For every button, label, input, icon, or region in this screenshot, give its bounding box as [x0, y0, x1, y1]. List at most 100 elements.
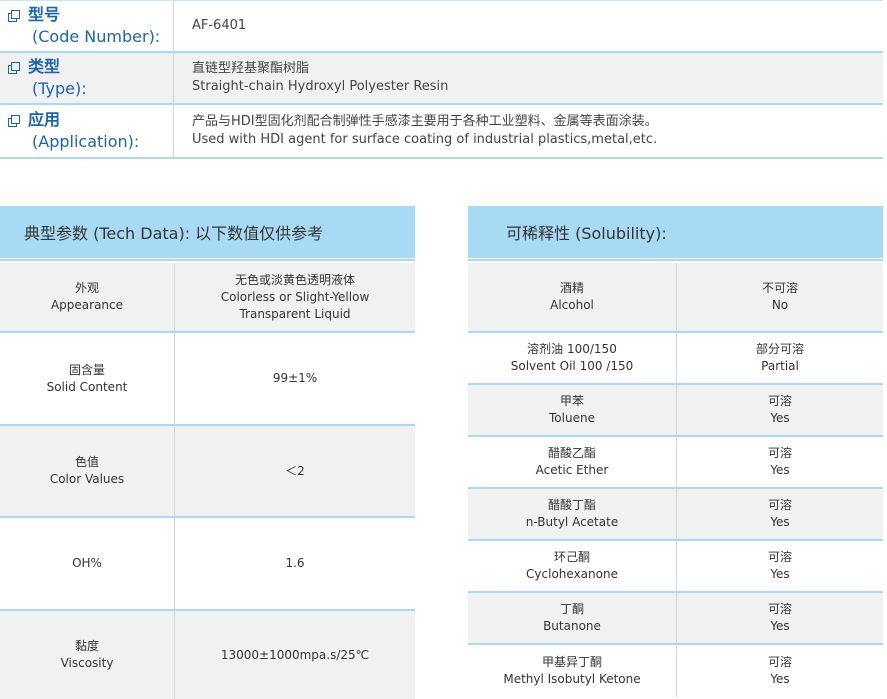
solvent-cell: 酒精 Alcohol: [468, 263, 677, 331]
solvent-name-cn: 溶剂油 100/150: [527, 342, 617, 356]
solubility-header: 可稀释性 (Solubility):: [468, 206, 883, 258]
param-name-cell: 黏度 Viscosity: [0, 611, 175, 699]
table-row: 甲基异丁酮 Methyl Isobutyl Ketone 可溶 Yes: [468, 645, 883, 697]
solubility-cn: 可溶: [767, 550, 792, 564]
solvent-name-en: Acetic Ether: [535, 463, 609, 477]
table-row: 溶剂油 100/150 Solvent Oil 100 /150 部分可溶 Pa…: [468, 333, 883, 385]
solubility-cn: 可溶: [767, 394, 792, 408]
solubility-cell: 可溶 Yes: [677, 489, 883, 539]
label-en: (Application):: [32, 132, 140, 151]
solubility-cn: 部分可溶: [755, 342, 804, 356]
solubility-en: Partial: [761, 359, 799, 373]
param-value: Transparent Liquid: [239, 306, 351, 321]
param-value: Colorless or Slight-Yellow: [220, 289, 370, 304]
param-name-cell: 外观 Appearance: [0, 263, 175, 331]
square-stack-icon: [8, 62, 20, 74]
square-stack-icon: [8, 115, 20, 127]
solvent-name-cn: 甲基异丁酮: [541, 655, 602, 669]
solubility-cell: 可溶 Yes: [677, 593, 883, 643]
solvent-cell: 丁酮 Butanone: [468, 593, 677, 643]
solvent-name-cn: 醋酸丁酯: [547, 498, 596, 512]
param-name-cell: OH%: [0, 518, 175, 609]
info-label-cell: 型号 (Code Number):: [0, 1, 174, 51]
info-value: 产品与HDI型固化剂配合制弹性手感漆主要用于各种工业塑料、金属等表面涂装。 Us…: [174, 105, 883, 157]
table-row: 环己酮 Cyclohexanone 可溶 Yes: [468, 541, 883, 593]
param-name-en: Viscosity: [60, 656, 114, 670]
param-value: 1.6: [285, 556, 305, 570]
solubility-title: 可稀释性 (Solubility):: [506, 224, 667, 243]
solubility-en: No: [771, 298, 789, 312]
solubility-cell: 部分可溶 Partial: [677, 333, 883, 383]
param-value: 99±1%: [272, 371, 318, 385]
info-value: AF-6401: [174, 1, 883, 51]
info-row-type: 类型 (Type): 直链型羟基聚酯树脂 Straight-chain Hydr…: [0, 53, 883, 105]
solvent-cell: 甲苯 Toluene: [468, 385, 677, 435]
product-info-block: 型号 (Code Number): AF-6401 类型 (Type): 直链型…: [0, 0, 883, 159]
param-name-en: Color Values: [49, 472, 125, 486]
tech-data-header: 典型参数 (Tech Data): 以下数值仅供参考: [0, 206, 415, 258]
param-value-cell: ＜2: [175, 426, 415, 516]
param-name-en: Appearance: [50, 298, 124, 312]
table-row: 固含量 Solid Content 99±1%: [0, 333, 415, 426]
solubility-cell: 可溶 Yes: [677, 437, 883, 487]
param-name-en: OH%: [72, 556, 102, 570]
value-line: AF-6401: [192, 18, 247, 33]
table-row: 醋酸丁酯 n-Butyl Acetate 可溶 Yes: [468, 489, 883, 541]
solvent-name-cn: 酒精: [559, 281, 584, 295]
solvent-name-en: Alcohol: [550, 298, 594, 312]
solvent-cell: 溶剂油 100/150 Solvent Oil 100 /150: [468, 333, 677, 383]
info-label: 型号 (Code Number):: [6, 4, 160, 48]
solvent-name-cn: 醋酸乙酯: [547, 446, 596, 460]
solvent-name-cn: 甲苯: [559, 394, 584, 408]
solvent-name-en: Butanone: [543, 619, 601, 633]
param-name-en: Solid Content: [46, 379, 128, 394]
label-en: (Code Number):: [32, 27, 161, 46]
solvent-cell: 甲基异丁酮 Methyl Isobutyl Ketone: [468, 645, 677, 697]
param-name-cell: 固含量 Solid Content: [0, 333, 175, 424]
solubility-cell: 可溶 Yes: [677, 541, 883, 591]
value-line: 产品与HDI型固化剂配合制弹性手感漆主要用于各种工业塑料、金属等表面涂装。: [192, 114, 658, 129]
table-row: 外观 Appearance 无色或淡黄色透明液体 Colorless or Sl…: [0, 263, 415, 333]
solvent-name-en: Solvent Oil 100 /150: [510, 359, 634, 373]
tech-data-table: 外观 Appearance 无色或淡黄色透明液体 Colorless or Sl…: [0, 263, 415, 699]
param-name-cn: 黏度: [74, 639, 99, 653]
param-value-cell: 1.6: [175, 518, 415, 609]
table-row: 甲苯 Toluene 可溶 Yes: [468, 385, 883, 437]
param-name-cn: 色值: [74, 455, 99, 469]
solubility-en: Yes: [770, 567, 790, 581]
solvent-cell: 醋酸乙酯 Acetic Ether: [468, 437, 677, 487]
param-name-cell: 色值 Color Values: [0, 426, 175, 516]
table-row: OH% 1.6: [0, 518, 415, 611]
solubility-en: Yes: [770, 463, 790, 477]
solubility-table: 酒精 Alcohol 不可溶 No 溶剂油 100/150 Solvent Oi…: [468, 263, 883, 697]
solvent-cell: 环己酮 Cyclohexanone: [468, 541, 677, 591]
solvent-name-cn: 环己酮: [553, 550, 590, 564]
solubility-en: Yes: [770, 672, 790, 686]
param-name-cn: 固含量: [68, 362, 105, 377]
info-row-code: 型号 (Code Number): AF-6401: [0, 0, 883, 53]
solubility-cn: 可溶: [767, 498, 792, 512]
solvent-name-en: Toluene: [549, 411, 595, 425]
param-value: 无色或淡黄色透明液体: [234, 272, 355, 287]
solvent-cell: 醋酸丁酯 n-Butyl Acetate: [468, 489, 677, 539]
table-row: 黏度 Viscosity 13000±1000mpa.s/25℃: [0, 611, 415, 699]
info-label-cell: 应用 (Application):: [0, 105, 174, 157]
label-cn: 类型: [28, 57, 61, 76]
solubility-cn: 可溶: [767, 655, 792, 669]
tech-data-title: 典型参数 (Tech Data): 以下数值仅供参考: [24, 224, 324, 243]
info-label-cell: 类型 (Type):: [0, 53, 174, 103]
solvent-name-en: Methyl Isobutyl Ketone: [503, 672, 641, 686]
table-row: 色值 Color Values ＜2: [0, 426, 415, 518]
solubility-cn: 可溶: [767, 446, 792, 460]
solubility-en: Yes: [770, 515, 790, 529]
solubility-cell: 可溶 Yes: [677, 645, 883, 697]
info-row-application: 应用 (Application): 产品与HDI型固化剂配合制弹性手感漆主要用于…: [0, 105, 883, 159]
info-value: 直链型羟基聚酯树脂 Straight-chain Hydroxyl Polyes…: [174, 53, 883, 103]
param-value: 13000±1000mpa.s/25℃: [220, 647, 370, 662]
table-row: 丁酮 Butanone 可溶 Yes: [468, 593, 883, 645]
solubility-en: Yes: [770, 411, 790, 425]
table-row: 酒精 Alcohol 不可溶 No: [468, 263, 883, 333]
param-value-cell: 13000±1000mpa.s/25℃: [175, 611, 415, 699]
param-value-cell: 99±1%: [175, 333, 415, 424]
solvent-name-en: Cyclohexanone: [526, 567, 618, 581]
